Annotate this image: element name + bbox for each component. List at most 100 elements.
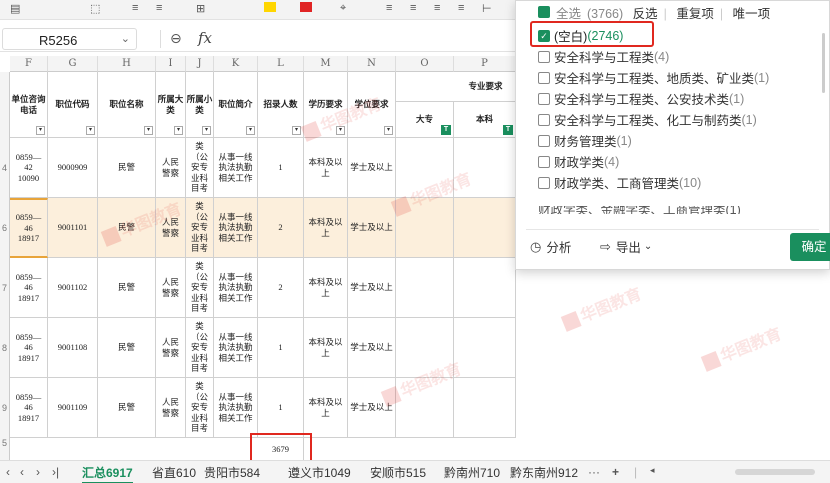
list-item[interactable]: 财政学类、金融学类、工商管理类(1) <box>538 206 741 214</box>
cell-code[interactable]: 9001109 <box>48 378 98 438</box>
cell-count[interactable]: 1 <box>258 318 304 378</box>
cell-big[interactable]: 人民警察 <box>156 258 186 318</box>
chevron-down-icon[interactable]: ⌄ <box>121 32 130 45</box>
checkbox-icon[interactable] <box>538 176 550 189</box>
column-header-I[interactable]: I <box>156 56 186 72</box>
cell-edu[interactable]: 本科及以上 <box>304 378 348 438</box>
cell-intro[interactable]: 从事一线执法执勤相关工作 <box>214 318 258 378</box>
cell-count[interactable]: 2 <box>258 258 304 318</box>
cell-empty[interactable] <box>454 378 516 438</box>
cell-code[interactable]: 9000909 <box>48 138 98 198</box>
cell-big[interactable]: 人民警察 <box>156 318 186 378</box>
filter-dropdown-icon[interactable]: ▾ <box>202 126 211 135</box>
cell-count[interactable]: 1 <box>258 378 304 438</box>
cell-intro[interactable]: 从事一线执法执勤相关工作 <box>214 138 258 198</box>
column-header-J[interactable]: J <box>186 56 214 72</box>
filter-dropdown-icon[interactable]: ▾ <box>292 126 301 135</box>
filter-option[interactable]: ✓ (空白) (2746) <box>538 26 623 45</box>
cell-count[interactable]: 2 <box>258 198 304 258</box>
font-color-icon[interactable] <box>300 2 312 12</box>
cell-small[interactable]: 类（公安专业科目考 <box>186 138 214 198</box>
analyze-button[interactable]: ◷ 分析 <box>530 237 571 256</box>
filter-option[interactable]: 财政学类 (4) <box>538 152 619 171</box>
cell-big[interactable]: 人民警察 <box>156 378 186 438</box>
checkbox-icon[interactable] <box>538 71 550 84</box>
checkbox-icon[interactable] <box>538 113 550 126</box>
cell-degree[interactable]: 学士及以上 <box>348 258 396 318</box>
cell-intro[interactable]: 从事一线执法执勤相关工作 <box>214 198 258 258</box>
cell-edu[interactable]: 本科及以上 <box>304 318 348 378</box>
duplicates-button[interactable]: 重复项 <box>676 7 714 21</box>
align-icon[interactable]: ≡ <box>410 2 416 14</box>
filter-dropdown-icon[interactable]: ▾ <box>174 126 183 135</box>
last-sheet-icon[interactable]: ›| <box>52 465 59 479</box>
cell-empty[interactable] <box>454 138 516 198</box>
cell-edu[interactable]: 本科及以上 <box>304 138 348 198</box>
cell-empty[interactable] <box>454 318 516 378</box>
row-header[interactable]: 9 <box>0 378 10 438</box>
column-header-G[interactable]: G <box>48 56 98 72</box>
sheet-tab[interactable]: 贵阳市584 <box>204 464 260 481</box>
export-button[interactable]: ⇨ 导出 ⌄ <box>600 237 652 256</box>
cell-phone[interactable]: 0859—46 18917 <box>10 258 48 318</box>
row-header[interactable] <box>0 72 10 138</box>
ribbon-icon[interactable]: ⌖ <box>340 2 346 15</box>
first-sheet-icon[interactable]: ‹ <box>6 465 10 479</box>
scrollbar[interactable] <box>822 33 825 93</box>
cell-count[interactable]: 1 <box>258 138 304 198</box>
cell-name[interactable]: 民警 <box>98 138 156 198</box>
cell-big[interactable]: 人民警察 <box>156 138 186 198</box>
cell-intro[interactable]: 从事一线执法执勤相关工作 <box>214 378 258 438</box>
filter-option[interactable]: 安全科学与工程类、化工与制药类 (1) <box>538 110 757 129</box>
column-header-H[interactable]: H <box>98 56 156 72</box>
add-sheet-icon[interactable]: + <box>612 465 619 479</box>
row-header[interactable]: 4 <box>0 138 10 198</box>
fx-icon[interactable]: fx <box>198 29 212 47</box>
unique-button[interactable]: 唯一项 <box>733 7 771 21</box>
next-sheet-icon[interactable]: › <box>36 465 40 479</box>
horizontal-scrollbar[interactable] <box>735 469 815 475</box>
cell-small[interactable]: 类（公安专业科目考 <box>186 258 214 318</box>
cell-code[interactable]: 9001101 <box>48 198 98 258</box>
cell-edu[interactable]: 本科及以上 <box>304 258 348 318</box>
name-box[interactable]: R5256 ⌄ <box>2 28 137 50</box>
cell-degree[interactable]: 学士及以上 <box>348 318 396 378</box>
align-icon[interactable]: ≡ <box>434 2 440 14</box>
cell-empty[interactable] <box>396 318 454 378</box>
cell-code[interactable]: 9001102 <box>48 258 98 318</box>
checkbox-icon[interactable] <box>538 92 550 105</box>
row-header[interactable]: 6 <box>0 198 10 258</box>
prev-sheet-icon[interactable]: ‹ <box>20 465 24 479</box>
cell-empty[interactable] <box>396 258 454 318</box>
align-icon[interactable]: ≡ <box>458 2 464 14</box>
filter-active-icon[interactable]: T <box>441 125 451 135</box>
column-header-F[interactable]: F <box>10 56 48 72</box>
cell-name[interactable]: 民警 <box>98 378 156 438</box>
cell-edu[interactable]: 本科及以上 <box>304 198 348 258</box>
filter-dropdown-icon[interactable]: ▾ <box>384 126 393 135</box>
cell-degree[interactable]: 学士及以上 <box>348 378 396 438</box>
cell-degree[interactable]: 学士及以上 <box>348 138 396 198</box>
cell-name[interactable]: 民警 <box>98 318 156 378</box>
zoom-icon[interactable]: ⊖ <box>170 30 182 47</box>
cell-small[interactable]: 类（公安专业科目考 <box>186 198 214 258</box>
column-header-O[interactable]: O <box>396 56 454 72</box>
filter-dropdown-icon[interactable]: ▾ <box>36 126 45 135</box>
filter-active-icon[interactable]: T <box>503 125 513 135</box>
filter-dropdown-icon[interactable]: ▾ <box>86 126 95 135</box>
select-all-checkbox[interactable] <box>538 6 550 18</box>
cell-empty[interactable] <box>396 378 454 438</box>
checkbox-icon[interactable] <box>538 134 550 147</box>
filter-option[interactable]: 安全科学与工程类、地质类、矿业类 (1) <box>538 68 769 87</box>
cell-phone[interactable]: 0859—46 18917 <box>10 198 48 258</box>
ribbon-icon[interactable]: ≡ <box>132 2 138 14</box>
ribbon-icon[interactable]: ⊞ <box>196 2 205 15</box>
align-icon[interactable]: ≡ <box>386 2 392 14</box>
sheet-tab[interactable]: 安顺市515 <box>370 464 426 481</box>
column-header-M[interactable]: M <box>304 56 348 72</box>
column-header-N[interactable]: N <box>348 56 396 72</box>
filter-option[interactable]: 安全科学与工程类、公安技术类 (1) <box>538 89 744 108</box>
invert-button[interactable]: 反选 <box>633 7 658 21</box>
cell-phone[interactable]: 0859—46 18917 <box>10 318 48 378</box>
sheet-tab[interactable]: 汇总6917 <box>82 464 133 483</box>
